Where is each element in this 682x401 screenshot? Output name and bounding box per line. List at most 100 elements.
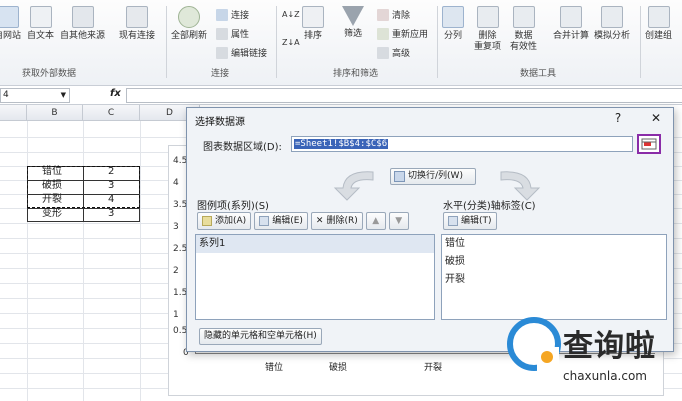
cell-c-4[interactable]: 3 <box>108 207 114 221</box>
y-tick-label: 3 <box>173 222 179 232</box>
axis-labels-list[interactable]: 错位 破损 开裂 <box>441 234 667 320</box>
insert-function-button[interactable]: fx <box>110 88 121 99</box>
group-icon <box>647 6 670 28</box>
clear-icon <box>377 8 389 21</box>
remove-duplicates-button[interactable]: 删除 重复项 <box>474 6 501 53</box>
list-item[interactable]: 开裂 <box>442 271 666 289</box>
properties-button[interactable]: 属性 <box>216 27 249 40</box>
sort-az-icon: A↓Z <box>282 10 300 19</box>
group-separator <box>640 6 641 78</box>
list-item[interactable]: 错位 <box>442 235 666 253</box>
move-down-button[interactable]: ▼ <box>388 212 409 230</box>
series-list[interactable]: 系列1 <box>195 234 435 320</box>
formula-input[interactable] <box>126 88 682 103</box>
arrow-up-icon: ▲ <box>372 216 380 226</box>
column-header-c[interactable]: C <box>83 105 140 121</box>
ribbon: 自网站 自文本 自其他来源 现有连接 获取外部数据 全部刷新 连接 属性 编辑链… <box>0 0 682 86</box>
filter-button[interactable]: 筛选 <box>342 6 364 40</box>
refresh-all-button[interactable]: 全部刷新 <box>171 6 207 42</box>
name-box[interactable]: 4 ▼ <box>0 88 70 103</box>
watermark-url: chaxunla.com <box>563 369 647 383</box>
from-text-button[interactable]: 自文本 <box>27 6 54 42</box>
existing-connections-icon <box>126 6 148 28</box>
close-button[interactable]: ✕ <box>645 110 667 126</box>
consolidate-button[interactable]: 合并计算 <box>553 6 589 42</box>
reapply-button[interactable]: 重新应用 <box>377 27 428 40</box>
list-item[interactable]: 破损 <box>442 253 666 271</box>
clear-filter-button[interactable]: 清除 <box>377 8 410 21</box>
group-label-sort-filter: 排序和筛选 <box>333 69 379 79</box>
chaxunla-logo-icon <box>507 317 561 371</box>
x-category-label: 错位 <box>265 363 284 373</box>
collapse-dialog-button[interactable] <box>637 134 661 154</box>
advanced-icon <box>377 46 389 59</box>
connections-button[interactable]: 连接 <box>216 8 249 21</box>
data-validation-icon <box>512 6 535 28</box>
remove-duplicates-icon <box>476 6 499 28</box>
add-series-button[interactable]: 添加(A) <box>197 212 252 230</box>
column-header-a[interactable] <box>0 105 27 121</box>
legend-toolbar: 添加(A) 编辑(E) ✕ 删除(R) ▲ ▼ <box>197 212 409 232</box>
help-button[interactable]: ? <box>607 110 629 126</box>
what-if-icon <box>601 6 623 28</box>
formula-bar: 4 ▼ fx <box>0 86 682 105</box>
add-icon <box>202 216 212 226</box>
edit-icon <box>448 216 458 226</box>
group-button[interactable]: 创建组 <box>645 6 672 42</box>
cell-b-4[interactable]: 变形 <box>42 207 62 221</box>
edit-icon <box>259 216 270 226</box>
group-separator <box>437 6 438 78</box>
x-category-label: 开裂 <box>424 363 443 373</box>
marching-ants-selection <box>27 166 140 208</box>
edit-links-icon <box>216 46 228 59</box>
list-item[interactable]: 系列1 <box>196 235 434 253</box>
axis-labels-label: 水平(分类)轴标签(C) <box>443 201 536 212</box>
properties-icon <box>216 27 228 40</box>
y-tick-label: 2 <box>173 266 179 276</box>
sort-ascending-button[interactable]: A↓Z <box>282 10 300 19</box>
range-select-icon <box>641 138 657 150</box>
chart-data-range-input[interactable]: =Sheet1!$B$4:$C$6 <box>291 136 633 152</box>
edit-links-button[interactable]: 编辑链接 <box>216 46 267 59</box>
hidden-empty-cells-button[interactable]: 隐藏的单元格和空单元格(H) <box>199 328 322 345</box>
dialog-title: 选择数据源 <box>195 117 245 128</box>
group-separator <box>166 6 167 78</box>
curved-arrow-left-icon <box>333 171 374 201</box>
x-category-label: 破损 <box>329 363 348 373</box>
sort-button[interactable]: 排序 <box>302 6 324 42</box>
group-label-external-data: 获取外部数据 <box>22 69 77 79</box>
arrow-down-icon: ▼ <box>395 216 403 226</box>
legend-entries-label: 图例项(系列)(S) <box>197 201 269 212</box>
switch-row-column-button[interactable]: 切换行/列(W) <box>390 168 476 185</box>
group-separator <box>276 6 277 78</box>
edit-axis-labels-button[interactable]: 编辑(T) <box>443 212 497 230</box>
y-tick-label: 4 <box>173 178 179 188</box>
other-sources-icon <box>71 6 94 28</box>
text-to-columns-button[interactable]: 分列 <box>442 6 464 42</box>
group-label-data-tools: 数据工具 <box>520 69 557 79</box>
dropdown-arrow-icon: ▼ <box>60 91 66 99</box>
column-header-b[interactable]: B <box>27 105 83 121</box>
remove-x-icon: ✕ <box>315 216 324 226</box>
edit-series-button[interactable]: 编辑(E) <box>254 212 308 230</box>
from-other-sources-button[interactable]: 自其他来源 <box>60 6 105 42</box>
chart-data-range-label: 图表数据区域(D): <box>203 142 282 153</box>
y-tick-label: 1 <box>173 310 179 320</box>
what-if-analysis-button[interactable]: 模拟分析 <box>594 6 630 42</box>
watermark-text: 查询啦 <box>563 329 656 364</box>
refresh-icon <box>178 6 200 28</box>
consolidate-icon <box>560 6 582 28</box>
watermark: 查询啦 chaxunla.com <box>503 313 682 401</box>
reapply-icon <box>377 27 389 40</box>
data-validation-button[interactable]: 数据 有效性 <box>510 6 537 53</box>
move-up-button[interactable]: ▲ <box>365 212 386 230</box>
sort-descending-button[interactable]: Z↓A <box>282 38 300 47</box>
switch-icon <box>394 171 405 182</box>
advanced-filter-button[interactable]: 高级 <box>377 46 410 59</box>
existing-connections-button[interactable]: 现有连接 <box>119 6 155 42</box>
text-file-icon <box>29 6 52 28</box>
web-icon <box>0 6 19 28</box>
from-web-button[interactable]: 自网站 <box>0 6 21 42</box>
axis-toolbar: 编辑(T) <box>443 212 497 232</box>
remove-series-button[interactable]: ✕ 删除(R) <box>310 212 363 230</box>
